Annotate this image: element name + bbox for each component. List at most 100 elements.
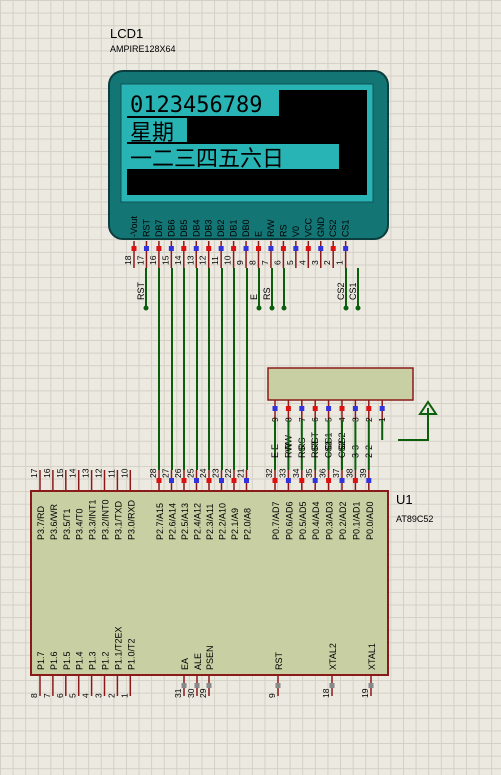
lcd-line-2: 星期 [130, 121, 174, 146]
mcu-pin-number: 21 [236, 468, 246, 478]
pin-marker [181, 683, 187, 688]
lcd-pin-name: DB5 [179, 219, 189, 237]
pin-marker [272, 406, 278, 411]
mcu-pin-name: P3.4/T0 [75, 508, 85, 540]
mcu-pin-name: P0.6/AD6 [284, 501, 294, 540]
lcd-pin-name: V0 [291, 226, 301, 237]
pin-marker [181, 246, 187, 251]
mcu-net-label: RST [310, 439, 320, 458]
lcd-pin-name: DB1 [229, 219, 239, 237]
net-junction [269, 305, 275, 311]
pin-marker [352, 406, 358, 411]
lcd-pin-name: GND [316, 217, 326, 238]
lcd-line-1: 0123456789 [130, 93, 262, 118]
mcu-pin-number: 9 [267, 693, 277, 698]
lcd-net-label: E [249, 294, 259, 300]
mcu-pin-number: 8 [29, 693, 39, 698]
pin-marker [194, 683, 200, 688]
pin-marker [275, 683, 281, 688]
mcu-pin-number: 38 [344, 468, 354, 478]
mcu-pin-number: 18 [321, 688, 331, 698]
mcu-pin-number: 6 [55, 693, 65, 698]
pin-marker [168, 246, 174, 251]
mcu-pin-number: 14 [68, 468, 78, 478]
mcu-pin-number: 15 [55, 468, 65, 478]
lcd-pin-name: VCC [303, 217, 313, 237]
mcu-pin-name: P2.4/A12 [193, 503, 203, 540]
mcu-pin-number: 16 [42, 468, 52, 478]
mcu-net-label: RS [297, 445, 307, 458]
schematic-canvas: LCD1 AMPIRE128X64 0123456789 星期 一二三四五六日 … [29, 26, 438, 698]
lcd-component[interactable]: LCD1 AMPIRE128X64 0123456789 星期 一二三四五六日 … [108, 26, 389, 268]
pin-marker [231, 246, 237, 251]
lcd-pin-number: 15 [160, 255, 170, 265]
mcu-pin-name: EA [180, 658, 190, 670]
mcu-pin-name: P1.6 [49, 651, 59, 670]
net-junction [143, 305, 149, 311]
pin-marker [206, 683, 212, 688]
mcu-pin-number: 29 [198, 688, 208, 698]
lcd-pin-name: DB4 [191, 219, 201, 237]
lcd-part-label: AMPIRE128X64 [110, 44, 176, 54]
mcu-pin-name: P3.5/T1 [62, 508, 72, 540]
mcu-pin-name: P0.7/AD7 [271, 501, 281, 540]
mcu-pin-number: 33 [277, 468, 287, 478]
mcu-pin-name: P2.2/A10 [218, 503, 228, 540]
mcu-pin-number: 25 [186, 468, 196, 478]
pin-marker [343, 246, 349, 251]
lcd-pin-number: 8 [248, 260, 258, 265]
lcd-pin-labels: -Vout18RST17DB716DB615DB514DB413DB312DB2… [123, 215, 351, 268]
net-junction [343, 305, 349, 311]
mcu-pin-number: 31 [173, 688, 183, 698]
mcu-pin-name: P1.3 [88, 651, 98, 670]
mcu-net-label: CS1 [324, 440, 334, 458]
mcu-pin-name: XTAL2 [328, 643, 338, 670]
lcd-pin-name: CS1 [341, 219, 351, 237]
lcd-pin-number: 12 [198, 255, 208, 265]
pin-marker [268, 246, 274, 251]
mcu-pin-number: 1 [119, 693, 129, 698]
mcu-pin-number: 10 [119, 468, 129, 478]
lcd-pin-number: 7 [260, 260, 270, 265]
mcu-pin-name: P3.2/INT0 [101, 499, 111, 540]
lcd-pin-name: DB3 [204, 219, 214, 237]
lcd-line-3: 一二三四五六日 [130, 147, 284, 172]
mcu-pin-name: P0.1/AD1 [351, 501, 361, 540]
mcu-pin-number: 32 [264, 468, 274, 478]
lcd-pin-number: 14 [173, 255, 183, 265]
net-junction [256, 305, 262, 311]
mcu-pin-name: P0.2/AD2 [338, 501, 348, 540]
lcd-pin-number: 18 [123, 255, 133, 265]
lcd-pin-number: 16 [148, 255, 158, 265]
mcu-net-label: RW [283, 443, 293, 458]
mcu-pin-number: 17 [29, 468, 39, 478]
mcu-pin-name: P0.4/AD4 [311, 501, 321, 540]
mcu-pin-number: 4 [81, 693, 91, 698]
mcu-pin-name: XTAL1 [367, 643, 377, 670]
pin-marker [330, 246, 336, 251]
mcu-pin-name: P3.7/RD [36, 505, 46, 540]
lcd-pin-number: 11 [210, 256, 220, 265]
pin-marker [293, 246, 299, 251]
mcu-net-label: 2 [364, 453, 374, 458]
lcd-net-label: CS1 [348, 282, 358, 300]
mcu-component[interactable]: U1 AT89C52 17P3.7/RD16P3.6/WR15P3.5/T114… [29, 439, 433, 698]
lcd-pin-name: DB0 [241, 219, 251, 237]
mcu-pin-number: 11 [106, 469, 116, 478]
mcu-pin-number: 39 [358, 468, 368, 478]
lcd-pin-number: 6 [272, 260, 282, 265]
pin-marker [379, 406, 385, 411]
lcd-pin-name: -Vout [129, 215, 139, 237]
mcu-pin-name: P2.1/A9 [230, 508, 240, 540]
pin-marker [156, 246, 162, 251]
mcu-pin-name: ALE [193, 653, 203, 670]
mcu-part-label: AT89C52 [396, 514, 433, 524]
lcd-pin-number: 9 [235, 260, 245, 265]
mcu-pin-name: P0.0/AD0 [365, 501, 375, 540]
mcu-pin-number: 36 [318, 468, 328, 478]
pin-marker [312, 406, 318, 411]
mcu-pin-number: 22 [223, 468, 233, 478]
mcu-net-label: E [270, 452, 280, 458]
pin-marker [368, 683, 374, 688]
pin-marker [326, 406, 332, 411]
